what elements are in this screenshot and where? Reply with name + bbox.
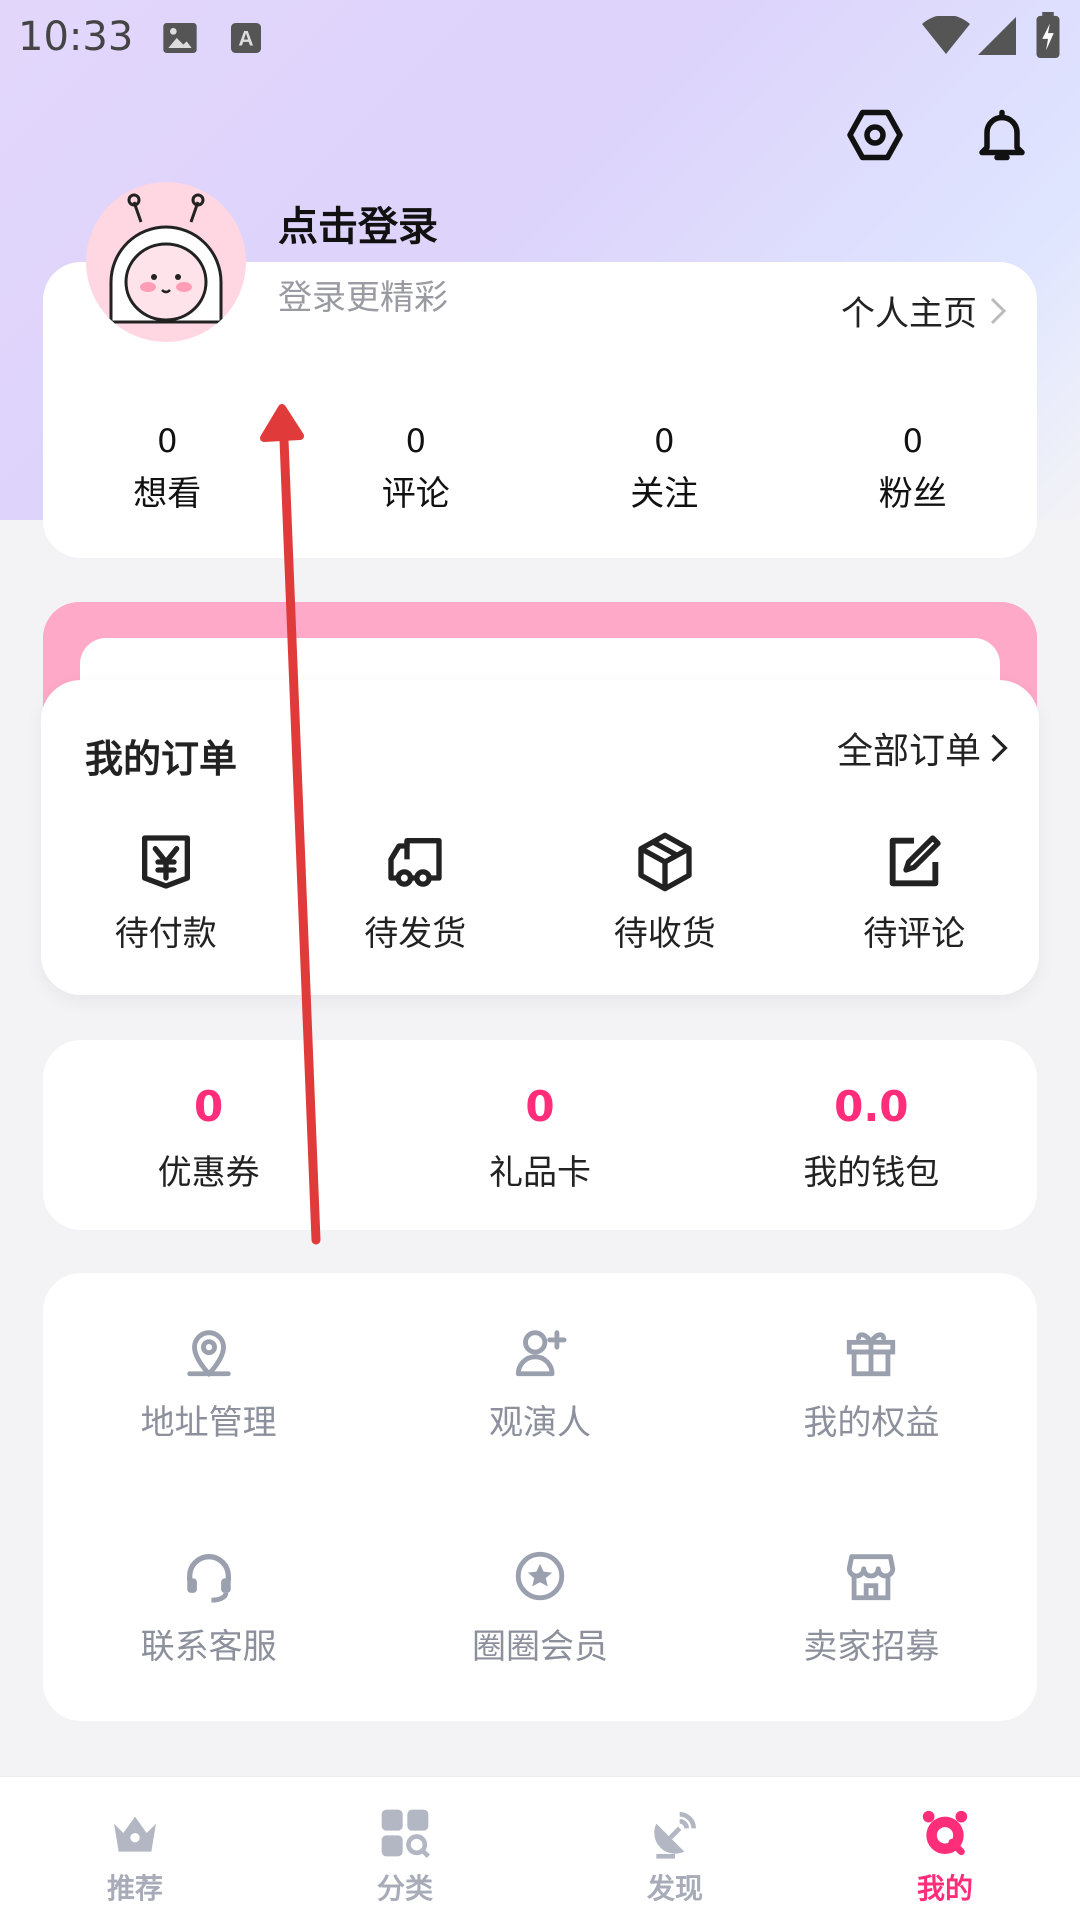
crown-icon (114, 1816, 156, 1852)
yen-box-icon (141, 835, 190, 889)
stat-label: 评论 (381, 474, 450, 514)
nav-label: 我的 (916, 1872, 973, 1905)
satellite-dish-icon (654, 1812, 696, 1859)
profile-stats: 0 想看 0 评论 0 关注 0 粉丝 (43, 422, 1037, 515)
status-bar: 10:33 A (0, 0, 1080, 80)
asset-value: 0 (525, 1082, 555, 1131)
accessibility-a-icon: A (231, 23, 261, 53)
service-label: 我的权益 (803, 1403, 940, 1443)
delivery-truck-icon (388, 838, 442, 887)
stat-following[interactable]: 0 关注 (540, 422, 789, 515)
service-benefits[interactable]: 我的权益 (706, 1273, 1037, 1497)
bell-icon[interactable] (972, 105, 1032, 165)
asset-value: 0.0 (834, 1082, 909, 1131)
wifi-icon (922, 16, 970, 54)
login-prompt[interactable]: 点击登录 (278, 194, 438, 252)
gallery-icon (163, 23, 197, 53)
svg-text:A: A (238, 28, 253, 51)
order-pending-payment[interactable]: 待付款 (41, 830, 291, 955)
status-time: 10:33 (18, 14, 134, 60)
service-label: 联系客服 (140, 1627, 277, 1667)
nav-label: 发现 (646, 1872, 703, 1905)
gift-icon (847, 1332, 896, 1377)
service-label: 观演人 (488, 1403, 591, 1443)
nav-tab-discover[interactable]: 发现 (540, 1777, 810, 1921)
order-pending-review[interactable]: 待评论 (790, 830, 1040, 955)
service-label: 卖家招募 (803, 1627, 940, 1667)
nav-tab-recommend[interactable]: 推荐 (0, 1777, 270, 1921)
service-label: 地址管理 (140, 1403, 277, 1443)
order-card: 我的订单 全部订单 待付款 待发货 待收货 待评论 (41, 680, 1039, 995)
battery-icon (1036, 12, 1060, 58)
stat-comments[interactable]: 0 评论 (292, 422, 541, 515)
profile-face-icon (922, 1810, 968, 1856)
settings-hex-icon[interactable] (845, 105, 905, 165)
asset-label: 礼品卡 (488, 1153, 591, 1193)
all-orders-link[interactable]: 全部订单 (837, 722, 1009, 774)
all-orders-label: 全部订单 (836, 731, 981, 772)
homepage-link-label: 个人主页 (841, 294, 977, 334)
nav-label: 分类 (376, 1872, 433, 1905)
chevron-right-icon (991, 734, 1008, 762)
assets-card: 0 优惠券 0 礼品卡 0.0 我的钱包 (43, 1040, 1037, 1230)
service-attendees[interactable]: 观演人 (374, 1273, 705, 1497)
edit-square-icon (889, 835, 941, 887)
add-person-icon (515, 1330, 567, 1377)
category-grid-icon (381, 1809, 430, 1858)
stat-label: 关注 (630, 474, 699, 514)
login-subtitle: 登录更精彩 (278, 278, 448, 318)
chevron-right-icon (990, 297, 1007, 324)
services-card: 地址管理 观演人 我的权益 联系客服 圈圈会员 卖家招募 (43, 1273, 1037, 1721)
asset-gift-cards[interactable]: 0 礼品卡 (374, 1040, 705, 1230)
stat-want-to-see[interactable]: 0 想看 (43, 422, 292, 515)
cartoon-avatar-icon (109, 193, 223, 324)
star-circle-icon (515, 1551, 565, 1601)
order-status-list: 待付款 待发货 待收货 待评论 (41, 830, 1039, 955)
nav-label: 推荐 (106, 1872, 163, 1905)
nav-tab-category[interactable]: 分类 (270, 1777, 540, 1921)
order-label: 待收货 (613, 914, 716, 954)
location-pin-icon (186, 1330, 231, 1378)
order-pending-shipment[interactable]: 待发货 (291, 830, 541, 955)
nav-tab-mine[interactable]: 我的 (810, 1777, 1080, 1921)
stat-label: 想看 (133, 474, 202, 514)
personal-homepage-link[interactable]: 个人主页 (841, 286, 1009, 335)
asset-label: 优惠券 (157, 1153, 260, 1193)
asset-value: 0 (194, 1082, 224, 1131)
service-customer-support[interactable]: 联系客服 (43, 1497, 374, 1721)
stat-value: 0 (654, 422, 675, 460)
stat-value: 0 (405, 422, 426, 460)
service-label: 圈圈会员 (471, 1627, 608, 1667)
package-box-icon (638, 832, 692, 892)
stat-value: 0 (157, 422, 178, 460)
stat-value: 0 (902, 422, 923, 460)
service-membership[interactable]: 圈圈会员 (374, 1497, 705, 1721)
order-label: 待付款 (114, 914, 217, 954)
stat-fans[interactable]: 0 粉丝 (789, 422, 1038, 515)
order-pending-receipt[interactable]: 待收货 (540, 830, 790, 955)
order-label: 待发货 (364, 914, 467, 954)
asset-coupons[interactable]: 0 优惠券 (43, 1040, 374, 1230)
asset-label: 我的钱包 (803, 1153, 940, 1193)
service-address[interactable]: 地址管理 (43, 1273, 374, 1497)
bottom-navigation: 推荐 分类 发现 我的 (0, 1776, 1080, 1921)
service-seller-recruitment[interactable]: 卖家招募 (706, 1497, 1037, 1721)
order-section-title: 我的订单 (85, 737, 238, 781)
asset-wallet[interactable]: 0.0 我的钱包 (706, 1040, 1037, 1230)
avatar[interactable] (86, 182, 246, 342)
shop-icon (847, 1554, 896, 1601)
signal-icon (978, 17, 1016, 55)
stat-label: 粉丝 (878, 474, 947, 514)
headset-icon (186, 1554, 231, 1603)
order-label: 待评论 (863, 914, 966, 954)
